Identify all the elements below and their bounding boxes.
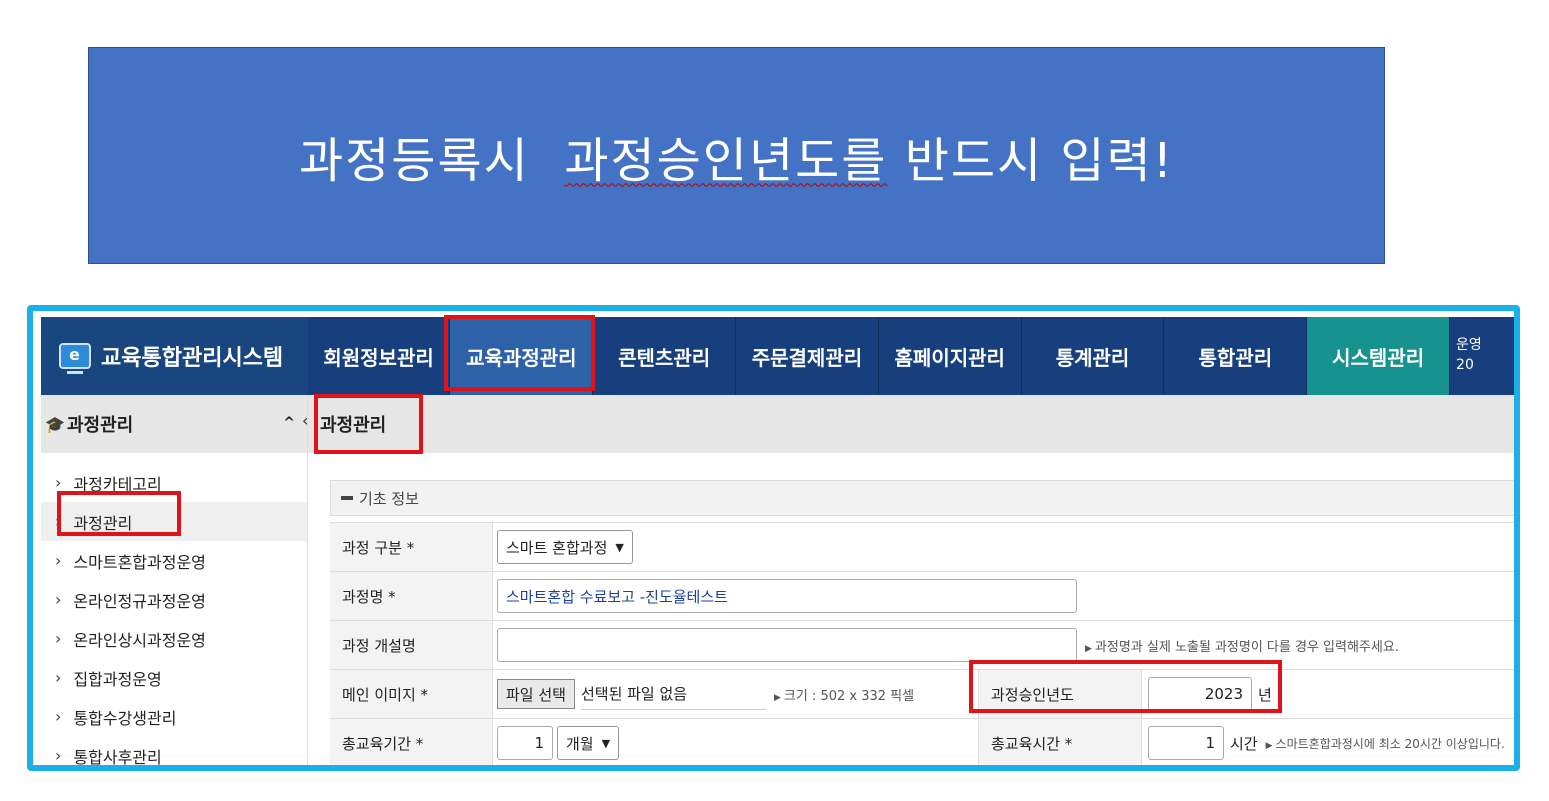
menu-integration[interactable]: 통합관리 [1164,317,1308,395]
course-name-cell: 스마트혼합 수료보고 -진도율테스트 [493,572,1514,620]
opening-name-label: 과정 개설명 [330,621,493,669]
brand-title: 교육통합관리시스템 [101,346,284,371]
highlight-course-menu [444,315,595,391]
chevron-right-icon: › [55,590,62,609]
course-type-select[interactable]: 스마트 혼합과정 ▼ [497,530,633,564]
sidebar-header[interactable]: 🎓 과정관리 ^ [41,395,307,453]
highlight-page-title [314,394,423,454]
user-info-line1: 운영 [1456,337,1482,353]
sidebar-item-post-management[interactable]: › 통합사후관리 [41,736,307,765]
sidebar-item-group-course[interactable]: › 집합과정운영 [41,658,307,697]
course-name-label: 과정명 * [330,572,493,620]
triangle-right-icon: ▶ [773,692,781,703]
sidebar-item-smart-blended[interactable]: › 스마트혼합과정운영 [41,541,307,580]
screenshot-frame: 교육통합관리시스템 회원정보관리 교육과정관리 콘텐츠관리 주문결제관리 홈페이… [27,305,1520,771]
sidebar-item-label: 통합사후관리 [73,747,162,766]
sidebar-item-label: 집합과정운영 [73,669,162,689]
sidebar-item-label: 온라인정규과정운영 [73,591,206,611]
triangle-right-icon: ▶ [1085,643,1092,654]
course-type-value: 스마트 혼합과정 [506,538,608,557]
sidebar-header-label: 과정관리 [67,415,134,436]
page-title: 과정관리 [308,395,1514,453]
form-row-main-image: 메인 이미지 * 파일 선택 선택된 파일 없음 ▶ 크기 : 502 x 332… [330,670,1514,719]
chevron-right-icon: › [55,551,62,570]
form-row-course-type: 과정 구분 * 스마트 혼합과정 ▼ [330,523,1514,572]
image-size-hint: ▶ 크기 : 502 x 332 픽셀 [774,685,914,704]
opening-name-hint: ▶ 과정명과 실제 노출될 과정명이 다를 경우 입력해주세요. [1085,636,1399,655]
highlight-approval-year [969,660,1282,713]
chevron-right-icon: › [55,473,62,492]
main-image-label: 메인 이미지 * [330,670,493,718]
total-hours-hint: ▶ 스마트혼합과정시에 최소 20시간 이상입니다. [1266,735,1505,752]
collapse-sidebar-icon[interactable]: ‹ [302,411,308,430]
section-title: 기초 정보 [359,489,419,508]
course-type-label: 과정 구분 * [330,523,493,571]
brand[interactable]: 교육통합관리시스템 [41,317,308,395]
monitor-icon [59,343,91,374]
admin-app: 교육통합관리시스템 회원정보관리 교육과정관리 콘텐츠관리 주문결제관리 홈페이… [41,317,1514,765]
minus-icon [341,496,353,500]
highlight-sidebar-item [57,491,181,536]
file-select-button[interactable]: 파일 선택 [497,679,575,709]
sidebar-item-label: 온라인상시과정운영 [73,630,206,650]
total-hours-unit: 시간 [1230,734,1258,753]
total-hours-input[interactable]: 1 [1148,726,1224,760]
menu-contents[interactable]: 콘텐츠관리 [593,317,737,395]
total-period-label: 총교육기간 * [330,719,493,765]
sidebar: 🎓 과정관리 ^ › 과정카테고리 › 과정관리 › 스마트혼합과정운영 › 온라인정규… [41,395,308,765]
file-status: 선택된 파일 없음 [580,679,766,710]
opening-name-hint-text: 과정명과 실제 노출될 과정명이 다를 경우 입력해주세요. [1094,639,1399,655]
banner-text-part3: 반드시 입력! [887,132,1174,189]
sidebar-item-online-always[interactable]: › 온라인상시과정운영 [41,619,307,658]
image-size-hint-text: 크기 : 502 x 332 픽셀 [783,688,915,704]
total-period-input[interactable]: 1 [497,726,553,760]
banner-text: 과정등록시 과정승인년도를 반드시 입력! [299,121,1174,191]
chevron-right-icon: › [55,707,62,726]
user-info-line2: 20 [1456,357,1474,373]
chevron-right-icon: › [55,746,62,765]
total-hours-hint-text: 스마트혼합과정시에 최소 20시간 이상입니다. [1275,736,1505,751]
opening-name-input[interactable] [497,628,1077,662]
chevron-up-icon[interactable]: ^ [283,415,295,431]
chevron-right-icon: › [55,668,62,687]
course-type-cell: 스마트 혼합과정 ▼ [493,523,1514,571]
menu-system[interactable]: 시스템관리 [1307,317,1451,395]
instruction-banner: 과정등록시 과정승인년도를 반드시 입력! [88,47,1385,264]
user-info[interactable]: 운영 20 [1450,317,1514,395]
sidebar-item-label: 통합수강생관리 [73,708,177,728]
top-navigation: 교육통합관리시스템 회원정보관리 교육과정관리 콘텐츠관리 주문결제관리 홈페이… [41,317,1514,395]
menu-statistics[interactable]: 통계관리 [1022,317,1165,395]
form-row-course-name: 과정명 * 스마트혼합 수료보고 -진도율테스트 [330,572,1514,621]
chevron-right-icon: › [55,629,62,648]
total-period-unit-select[interactable]: 개월 ▼ [557,726,620,760]
total-period-unit: 개월 [566,734,594,753]
banner-text-part1: 과정등록시 [298,132,565,189]
course-form: 과정 구분 * 스마트 혼합과정 ▼ 과정명 * 스마트혼합 수료보고 -진도율… [330,522,1514,765]
sidebar-item-students[interactable]: › 통합수강생관리 [41,697,307,736]
course-name-input[interactable]: 스마트혼합 수료보고 -진도율테스트 [497,579,1077,613]
menu-order-payment[interactable]: 주문결제관리 [736,317,879,395]
menu-homepage[interactable]: 홈페이지관리 [879,317,1022,395]
chevron-down-icon: ▼ [615,540,624,554]
graduation-cap-icon: 🎓 [45,414,65,434]
triangle-right-icon: ▶ [1265,740,1273,751]
main-content: ‹ 과정관리 기초 정보 과정 구분 * 스마트 혼합과정 ▼ 과정명 * 스마… [302,395,1514,765]
form-row-total-period: 총교육기간 * 1 개월 ▼ 총교육시간 * 1 시간 ▶ 스마트혼합과정시에 최… [330,719,1514,765]
form-row-opening-name: 과정 개설명 ▶ 과정명과 실제 노출될 과정명이 다를 경우 입력해주세요. [330,621,1514,670]
section-basic-info[interactable]: 기초 정보 [330,480,1514,516]
sidebar-item-online-regular[interactable]: › 온라인정규과정운영 [41,580,307,619]
menu-member-info[interactable]: 회원정보관리 [308,317,451,395]
banner-text-emphasis: 과정승인년도를 [564,132,888,189]
chevron-down-icon: ▼ [601,736,611,750]
sidebar-item-label: 스마트혼합과정운영 [73,552,206,572]
total-hours-cell: 1 시간 ▶ 스마트혼합과정시에 최소 20시간 이상입니다. [1142,719,1505,765]
total-hours-label: 총교육시간 * [978,719,1142,765]
